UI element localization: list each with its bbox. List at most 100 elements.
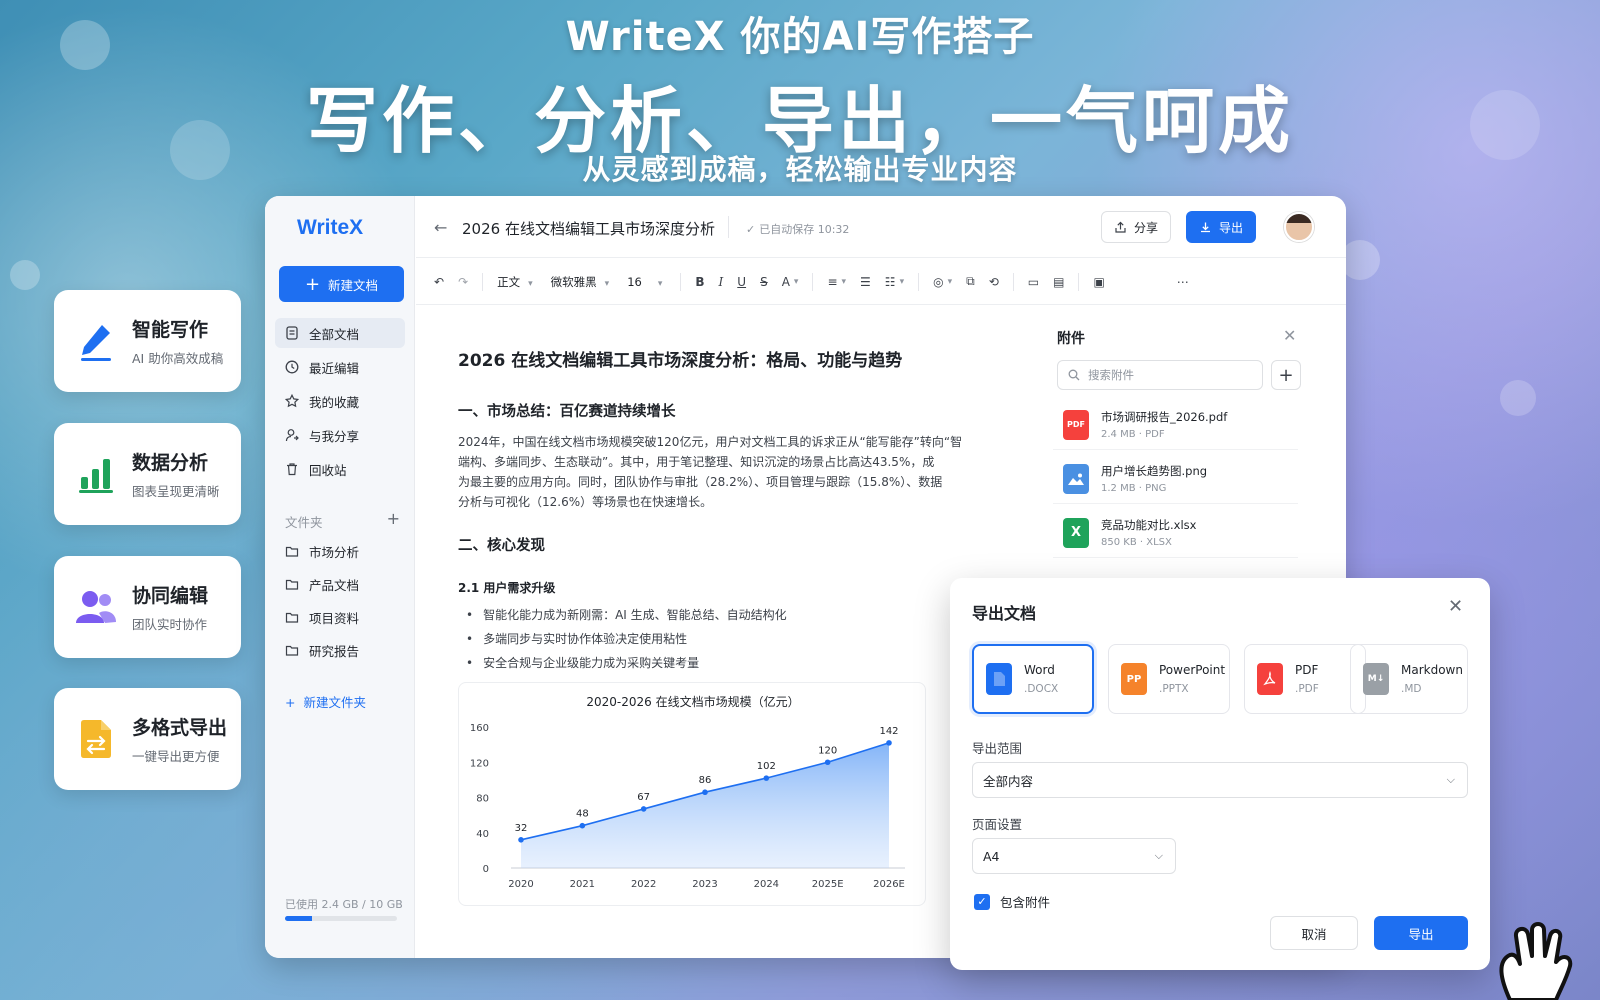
font-size-select[interactable]: 16 ▾ — [627, 275, 662, 289]
avatar[interactable] — [1284, 212, 1314, 242]
export-button[interactable]: 导出 — [1186, 211, 1256, 243]
subsection-heading: 2.1 用户需求升级 — [458, 581, 556, 595]
sidebar-item-all-docs[interactable]: 全部文档 — [275, 318, 405, 348]
align-icon[interactable]: ≡ ▾ — [827, 275, 846, 289]
feature-title: 智能写作 — [132, 319, 209, 341]
folder-item-project[interactable]: 项目资料 — [275, 602, 405, 632]
cancel-button[interactable]: 取消 — [1270, 916, 1358, 950]
strikethrough-icon[interactable]: S — [760, 275, 768, 289]
feature-card-export: 多格式导出 一键导出更方便 — [54, 688, 241, 790]
share-button[interactable]: 分享 — [1101, 211, 1171, 243]
folder-item-market[interactable]: 市场分析 — [275, 536, 405, 566]
paragraph-line: 分析与可视化（12.6%）等场景也在快速增长。 — [458, 495, 713, 509]
bullet-list-icon[interactable]: ☰ — [860, 275, 871, 289]
word-file-icon — [986, 663, 1012, 695]
attachment-item[interactable]: X 竞品功能对比.xlsx 850 KB · XLSX — [1053, 508, 1298, 558]
bold-icon[interactable]: B — [695, 275, 704, 289]
new-document-button[interactable]: + 新建文档 — [279, 266, 404, 302]
search-icon — [1068, 369, 1080, 381]
sidebar-item-recent[interactable]: 最近编辑 — [275, 352, 405, 382]
storage-usage-text: 已使用 2.4 GB / 10 GB — [285, 898, 403, 911]
format-name: Word — [1024, 663, 1055, 677]
export-label: 导出 — [1218, 220, 1243, 235]
ai-assist-icon[interactable]: ⟲ — [989, 275, 999, 289]
y-tick-label: 0 — [483, 864, 489, 875]
file-meta: 2.4 MB · PDF — [1101, 429, 1165, 440]
close-icon[interactable]: ✕ — [1448, 596, 1463, 617]
powerpoint-file-icon: PP — [1121, 663, 1147, 695]
file-name: 市场调研报告_2026.pdf — [1101, 410, 1228, 424]
font-family-select[interactable]: 微软雅黑 ▾ — [551, 274, 610, 290]
download-icon — [1200, 222, 1210, 232]
document-heading: 2026 在线文档编辑工具市场深度分析：格局、功能与趋势 — [458, 351, 903, 371]
format-option-pdf[interactable]: PDF .PDF — [1244, 644, 1366, 714]
section-heading-1: 一、市场总结：百亿赛道持续增长 — [458, 404, 676, 420]
embedded-chart[interactable]: 2020-2026 在线文档市场规模（亿元） 0 40 80 120 160 32 2020… — [458, 682, 926, 906]
link-icon[interactable]: ⧉ — [966, 274, 975, 289]
folder-label: 项目资料 — [309, 610, 360, 626]
x-tick-label: 2024 — [754, 879, 779, 890]
document-editor[interactable]: 2026 在线文档编辑工具市场深度分析：格局、功能与趋势 一、市场总结：百亿赛道… — [416, 306, 1028, 958]
sidebar-item-shared[interactable]: 与我分享 — [275, 420, 405, 450]
attachment-item[interactable]: 用户增长趋势图.png 1.2 MB · PNG — [1053, 454, 1298, 504]
format-ext: .DOCX — [1024, 683, 1059, 695]
y-tick-label: 80 — [476, 794, 489, 805]
attachment-item[interactable]: PDF 市场调研报告_2026.pdf 2.4 MB · PDF — [1053, 400, 1298, 450]
text-color-icon[interactable]: A ▾ — [782, 275, 799, 289]
format-option-word[interactable]: Word .DOCX — [972, 644, 1094, 714]
toolbar-divider — [1012, 272, 1014, 291]
file-meta: 850 KB · XLSX — [1101, 537, 1172, 548]
comment-icon[interactable]: ▭ — [1028, 275, 1039, 289]
back-arrow-icon[interactable]: ← — [434, 218, 447, 237]
app-logo: WriteX — [297, 216, 364, 239]
x-tick-label: 2020 — [508, 879, 533, 890]
confirm-export-button[interactable]: 导出 — [1374, 916, 1468, 950]
page-size-select[interactable]: A4 ⌵ — [972, 838, 1176, 874]
folder-label: 产品文档 — [309, 577, 360, 593]
paragraph-style-select[interactable]: 正文 ▾ — [497, 274, 533, 290]
include-attachments-checkbox[interactable]: ✓ 包含附件 — [974, 892, 1050, 911]
feature-title: 数据分析 — [132, 452, 209, 474]
excel-file-icon: X — [1063, 517, 1089, 548]
format-option-powerpoint[interactable]: PP PowerPoint .PPTX — [1108, 644, 1230, 714]
add-attachment-button[interactable]: + — [1271, 360, 1301, 390]
toolbar-divider — [680, 272, 682, 291]
feature-desc: 图表呈现更清晰 — [132, 484, 220, 499]
format-option-markdown[interactable]: M↓ Markdown .MD — [1350, 644, 1468, 714]
numbered-list-icon[interactable]: ☷ ▾ — [885, 275, 904, 289]
target-icon[interactable]: ◎ ▾ — [933, 275, 952, 289]
pdf-file-icon: PDF — [1063, 409, 1089, 440]
export-range-select[interactable]: 全部内容 ⌵ — [972, 762, 1468, 798]
new-folder-link[interactable]: + 新建文件夹 — [285, 692, 366, 711]
clipboard-icon[interactable]: ▤ — [1053, 275, 1064, 289]
more-icon[interactable]: ⋯ — [1177, 275, 1189, 289]
close-icon[interactable]: ✕ — [1283, 326, 1296, 345]
bar-chart-icon — [74, 452, 118, 496]
paragraph-style-value: 正文 — [497, 274, 521, 289]
add-folder-icon[interactable]: + — [387, 511, 400, 531]
sidebar-item-label: 与我分享 — [309, 428, 360, 444]
format-name: PowerPoint — [1159, 663, 1226, 677]
folder-item-product[interactable]: 产品文档 — [275, 569, 405, 599]
underline-icon[interactable]: U — [737, 275, 746, 289]
divider — [728, 216, 729, 238]
section-heading-2: 二、核心发现 — [458, 538, 545, 554]
doc-icon — [286, 326, 298, 340]
x-tick-label: 2025E — [812, 879, 844, 890]
redo-icon[interactable]: ↷ — [458, 275, 468, 289]
insert-image-icon[interactable]: ▣ — [1093, 275, 1104, 289]
chevron-down-icon: ▾ — [604, 278, 610, 289]
chevron-down-icon: ⌵ — [1154, 849, 1163, 862]
feature-desc: AI 助你高效成稿 — [132, 351, 224, 366]
undo-icon[interactable]: ↶ — [434, 275, 444, 289]
data-label: 67 — [637, 792, 650, 803]
document-title[interactable]: 2026 在线文档编辑工具市场深度分析 — [462, 218, 715, 239]
data-point — [886, 740, 892, 746]
folder-item-research[interactable]: 研究报告 — [275, 635, 405, 665]
italic-icon[interactable]: I — [719, 275, 724, 289]
share-icon — [1115, 221, 1126, 233]
sidebar-item-favorites[interactable]: 我的收藏 — [275, 386, 405, 416]
sidebar-item-trash[interactable]: 回收站 — [275, 454, 405, 484]
y-tick-label: 160 — [470, 723, 489, 734]
attachment-search-input[interactable]: 搜索附件 — [1057, 360, 1263, 390]
